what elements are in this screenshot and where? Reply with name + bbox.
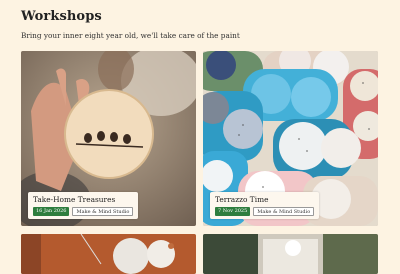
workshop-card-clay-ornaments[interactable] bbox=[21, 234, 196, 274]
workshop-card-terrazzo-time[interactable]: Terrazzo Time 7 Nov 2025 Make & Mind Stu… bbox=[203, 51, 378, 226]
date-badge: 7 Nov 2025 bbox=[215, 207, 251, 216]
workshop-card-take-home-treasures[interactable]: Take-Home Treasures 16 Jan 2026 Make & M… bbox=[21, 51, 196, 226]
card-title: Terrazzo Time bbox=[215, 195, 269, 204]
studio-badge: Make & Mind Studio bbox=[72, 207, 134, 216]
card-title: Take-Home Treasures bbox=[33, 195, 116, 204]
studio-badge: Make & Mind Studio bbox=[253, 207, 315, 216]
card-label: Terrazzo Time 7 Nov 2025 Make & Mind Stu… bbox=[210, 192, 320, 219]
card-label: Take-Home Treasures 16 Jan 2026 Make & M… bbox=[28, 192, 139, 219]
page-subtitle: Bring your inner eight year old, we'll t… bbox=[21, 31, 240, 40]
clay-ornaments-image bbox=[21, 234, 196, 274]
page-title: Workshops bbox=[21, 9, 102, 24]
plaster-pots-image bbox=[203, 234, 378, 274]
workshop-card-plaster-pots[interactable] bbox=[203, 234, 378, 274]
date-badge: 16 Jan 2026 bbox=[33, 207, 70, 216]
